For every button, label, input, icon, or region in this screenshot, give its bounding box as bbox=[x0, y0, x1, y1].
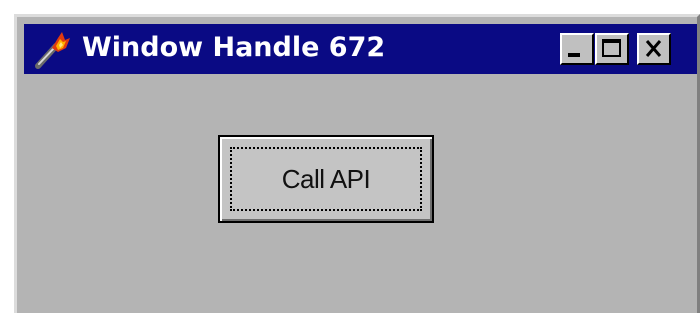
close-icon bbox=[639, 35, 669, 63]
close-button[interactable] bbox=[637, 33, 671, 65]
minimize-icon bbox=[562, 35, 592, 63]
maximize-icon bbox=[597, 35, 627, 63]
maximize-button[interactable] bbox=[595, 33, 629, 65]
call-api-button[interactable]: Call API bbox=[218, 135, 434, 223]
title-bar[interactable]: Window Handle 672 bbox=[24, 24, 697, 74]
app-window: Window Handle 672 Call API bbox=[14, 14, 700, 313]
window-title: Window Handle 672 bbox=[82, 32, 386, 63]
minimize-button[interactable] bbox=[560, 33, 594, 65]
call-api-label: Call API bbox=[281, 163, 371, 194]
torch-icon[interactable] bbox=[32, 30, 72, 70]
